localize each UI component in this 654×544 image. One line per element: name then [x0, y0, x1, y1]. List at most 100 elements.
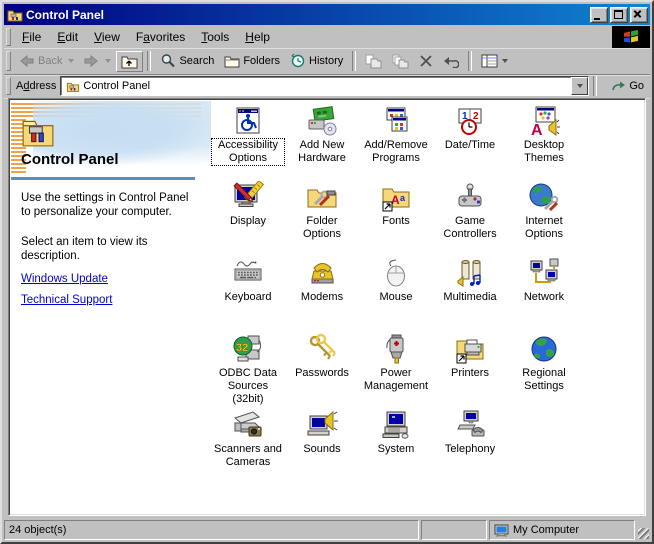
resize-grip[interactable]	[637, 520, 650, 540]
search-button[interactable]: Search	[155, 50, 219, 72]
icon-add-remove-programs[interactable]: Add/Remove Programs	[359, 103, 433, 179]
move-to-button[interactable]	[360, 51, 387, 72]
maximize-button[interactable]	[610, 6, 628, 23]
menu-file[interactable]: File	[14, 28, 49, 46]
menu-grip[interactable]	[6, 28, 11, 46]
menu-help[interactable]: Help	[237, 28, 278, 46]
up-folder-icon	[121, 56, 138, 68]
icon-label: Date/Time	[444, 139, 496, 151]
history-button[interactable]: History	[285, 50, 348, 72]
panel-divider	[11, 177, 195, 180]
close-button[interactable]	[630, 6, 648, 23]
history-clock-icon	[291, 53, 305, 68]
separator	[147, 51, 152, 71]
power-management-icon	[386, 334, 404, 364]
icon-add-new-hardware[interactable]: Add New Hardware	[285, 103, 359, 179]
toolbar: Back Search Folders History	[4, 48, 650, 75]
panel-description: Select an item to view its description.	[21, 236, 148, 262]
icon-network[interactable]: Network	[507, 255, 581, 331]
menu-favorites[interactable]: Favorites	[128, 28, 193, 46]
icon-label: Folder Options	[303, 215, 341, 240]
icon-label: Accessibility Options	[211, 138, 285, 166]
title-bar[interactable]: Control Panel	[4, 4, 650, 25]
forward-button[interactable]	[78, 51, 104, 71]
icon-label: Fonts	[382, 215, 410, 227]
icon-odbc-data-sources[interactable]: 32 ODBC Data Sources (32bit)	[211, 331, 285, 407]
status-zone-label: My Computer	[513, 524, 580, 536]
icon-label: Keyboard	[224, 291, 272, 303]
views-button[interactable]	[476, 51, 513, 71]
up-button[interactable]	[116, 50, 144, 72]
internet-options-icon	[529, 183, 559, 212]
go-arrow-icon	[612, 81, 626, 90]
address-dropdown-button[interactable]	[571, 77, 589, 95]
delete-button[interactable]	[414, 51, 438, 71]
icon-game-controllers[interactable]: Game Controllers	[433, 179, 507, 255]
icon-label: Scanners and Cameras	[214, 443, 282, 468]
icon-label: Power Management	[363, 367, 429, 392]
address-bar: Address Control Panel Go	[4, 74, 650, 99]
panel-title: Control Panel	[21, 151, 119, 168]
icon-modems[interactable]: Modems	[285, 255, 359, 331]
icon-label: System	[377, 443, 415, 455]
separator	[468, 51, 473, 71]
undo-button[interactable]	[438, 51, 464, 71]
icon-fonts[interactable]: A a Fonts	[359, 179, 433, 255]
icon-regional-settings[interactable]: Regional Settings	[507, 331, 581, 407]
technical-support-link[interactable]: Technical Support	[21, 294, 112, 306]
icon-display[interactable]: Display	[211, 179, 285, 255]
icon-label: Multimedia	[443, 291, 497, 303]
icon-passwords[interactable]: Passwords	[285, 331, 359, 407]
minimize-button[interactable]	[590, 6, 608, 23]
icon-keyboard[interactable]: Keyboard	[211, 255, 285, 331]
icon-date-time[interactable]: 1 2 Date/Time	[433, 103, 507, 179]
back-arrow-icon	[20, 54, 34, 68]
folders-button[interactable]: Folders	[219, 51, 285, 71]
icon-label: Telephony	[444, 443, 496, 455]
go-button[interactable]: Go	[605, 78, 650, 95]
address-input[interactable]: Control Panel	[60, 76, 590, 96]
toolbar-grip[interactable]	[6, 50, 11, 72]
telephony-icon	[457, 410, 485, 437]
modems-icon	[311, 263, 334, 284]
icon-mouse[interactable]: Mouse	[359, 255, 433, 331]
forward-dropdown-icon[interactable]	[105, 59, 112, 63]
icon-accessibility-options[interactable]: Accessibility Options	[211, 103, 285, 179]
icon-label: Mouse	[379, 291, 413, 303]
display-icon	[233, 181, 264, 207]
icon-multimedia[interactable]: Multimedia	[433, 255, 507, 331]
icon-printers[interactable]: Printers	[433, 331, 507, 407]
icon-label: Passwords	[295, 367, 349, 379]
icon-label: Add/Remove Programs	[364, 139, 428, 164]
icon-telephony[interactable]: Telephony	[433, 407, 507, 483]
icon-sounds[interactable]: Sounds	[285, 407, 359, 483]
svg-text:A: A	[531, 122, 543, 137]
icon-desktop-themes[interactable]: A Desktop Themes	[507, 103, 581, 179]
icon-power-management[interactable]: Power Management	[359, 331, 433, 407]
views-dropdown-icon	[502, 59, 509, 63]
icon-scanners-and-cameras[interactable]: Scanners and Cameras	[211, 407, 285, 483]
icon-system[interactable]: System	[359, 407, 433, 483]
address-value: Control Panel	[83, 80, 151, 92]
folders-icon	[224, 56, 240, 68]
regional-settings-icon	[531, 336, 557, 362]
copy-to-button[interactable]	[387, 51, 414, 72]
copy-to-folder-icon	[392, 54, 409, 68]
desktop-themes-icon: A	[531, 106, 560, 137]
icon-folder-options[interactable]: Folder Options	[285, 179, 359, 255]
address-grip[interactable]	[6, 76, 11, 96]
status-middle-pane	[421, 520, 487, 540]
menu-tools[interactable]: Tools	[193, 28, 237, 46]
accessibility-options-icon	[236, 107, 260, 134]
status-zone: My Computer	[489, 520, 635, 540]
windows-update-link[interactable]: Windows Update	[21, 273, 108, 285]
search-icon	[162, 54, 176, 68]
back-button[interactable]: Back	[14, 51, 67, 71]
back-dropdown-icon[interactable]	[68, 59, 75, 63]
move-to-folder-icon	[365, 54, 382, 68]
status-bar: 24 object(s) My Computer	[4, 518, 650, 540]
menu-view[interactable]: View	[86, 28, 128, 46]
icon-internet-options[interactable]: Internet Options	[507, 179, 581, 255]
menu-edit[interactable]: Edit	[49, 28, 86, 46]
icon-label: Desktop Themes	[523, 139, 565, 164]
